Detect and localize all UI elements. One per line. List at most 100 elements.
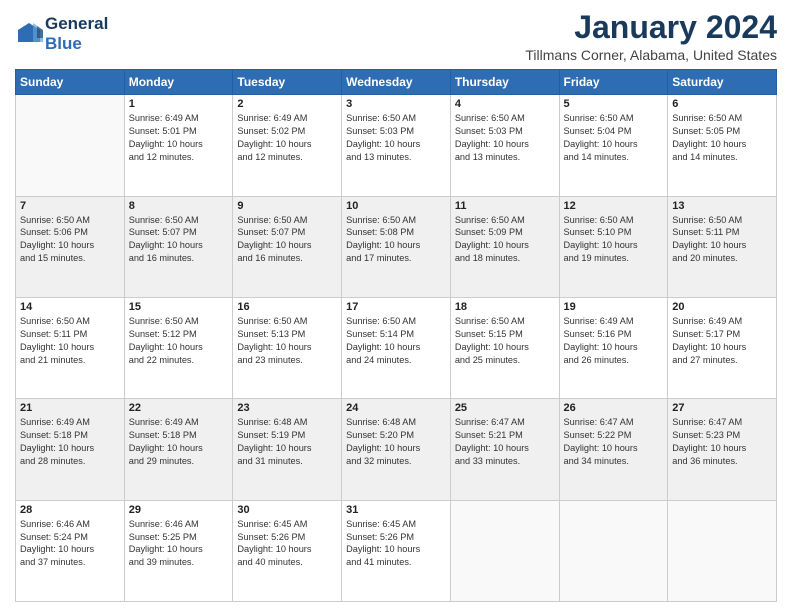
day-info: Sunrise: 6:48 AM Sunset: 5:20 PM Dayligh…	[346, 416, 446, 468]
table-row: 14Sunrise: 6:50 AM Sunset: 5:11 PM Dayli…	[16, 297, 125, 398]
day-info: Sunrise: 6:45 AM Sunset: 5:26 PM Dayligh…	[237, 518, 337, 570]
day-number: 7	[20, 200, 120, 212]
table-row: 19Sunrise: 6:49 AM Sunset: 5:16 PM Dayli…	[559, 297, 668, 398]
day-number: 31	[346, 504, 446, 516]
calendar-week-row: 28Sunrise: 6:46 AM Sunset: 5:24 PM Dayli…	[16, 500, 777, 601]
title-block: January 2024 Tillmans Corner, Alabama, U…	[525, 10, 777, 63]
day-info: Sunrise: 6:50 AM Sunset: 5:08 PM Dayligh…	[346, 214, 446, 266]
day-number: 5	[564, 98, 664, 110]
day-info: Sunrise: 6:50 AM Sunset: 5:12 PM Dayligh…	[129, 315, 229, 367]
table-row: 10 Sunrise: 6:50 AM Sunset: 5:08 PM Dayli…	[342, 196, 451, 297]
day-info: Sunrise: 6:50 AM Sunset: 5:07 PM Dayligh…	[237, 214, 337, 266]
table-row: 4 Sunrise: 6:50 AM Sunset: 5:03 PM Daylig…	[450, 95, 559, 196]
table-row: 13 Sunrise: 6:50 AM Sunset: 5:11 PM Dayli…	[668, 196, 777, 297]
table-row: 30 Sunrise: 6:45 AM Sunset: 5:26 PM Dayli…	[233, 500, 342, 601]
day-number: 24	[346, 402, 446, 414]
table-row: 28Sunrise: 6:46 AM Sunset: 5:24 PM Dayli…	[16, 500, 125, 601]
day-number: 27	[672, 402, 772, 414]
col-monday: Monday	[124, 70, 233, 95]
day-number: 16	[237, 301, 337, 313]
table-row: 31 Sunrise: 6:45 AM Sunset: 5:26 PM Dayli…	[342, 500, 451, 601]
table-row: 18 Sunrise: 6:50 AM Sunset: 5:15 PM Dayli…	[450, 297, 559, 398]
table-row: 26 Sunrise: 6:47 AM Sunset: 5:22 PM Dayli…	[559, 399, 668, 500]
day-number: 21	[20, 402, 120, 414]
day-number: 18	[455, 301, 555, 313]
table-row: 29Sunrise: 6:46 AM Sunset: 5:25 PM Dayli…	[124, 500, 233, 601]
logo: General Blue	[15, 14, 108, 53]
day-info: Sunrise: 6:46 AM Sunset: 5:25 PM Dayligh…	[129, 518, 229, 570]
day-info: Sunrise: 6:50 AM Sunset: 5:03 PM Dayligh…	[455, 112, 555, 164]
logo-icon	[15, 20, 43, 48]
day-info: Sunrise: 6:50 AM Sunset: 5:15 PM Dayligh…	[455, 315, 555, 367]
table-row: 9 Sunrise: 6:50 AM Sunset: 5:07 PM Daylig…	[233, 196, 342, 297]
table-row: 17Sunrise: 6:50 AM Sunset: 5:14 PM Dayli…	[342, 297, 451, 398]
day-number: 2	[237, 98, 337, 110]
day-info: Sunrise: 6:50 AM Sunset: 5:14 PM Dayligh…	[346, 315, 446, 367]
day-number: 25	[455, 402, 555, 414]
day-info: Sunrise: 6:47 AM Sunset: 5:23 PM Dayligh…	[672, 416, 772, 468]
table-row: 5 Sunrise: 6:50 AM Sunset: 5:04 PM Daylig…	[559, 95, 668, 196]
day-info: Sunrise: 6:49 AM Sunset: 5:01 PM Dayligh…	[129, 112, 229, 164]
day-number: 13	[672, 200, 772, 212]
table-row: 11 Sunrise: 6:50 AM Sunset: 5:09 PM Dayli…	[450, 196, 559, 297]
day-info: Sunrise: 6:50 AM Sunset: 5:05 PM Dayligh…	[672, 112, 772, 164]
day-info: Sunrise: 6:50 AM Sunset: 5:11 PM Dayligh…	[20, 315, 120, 367]
calendar-week-row: 21 Sunrise: 6:49 AM Sunset: 5:18 PM Dayli…	[16, 399, 777, 500]
col-wednesday: Wednesday	[342, 70, 451, 95]
calendar-header-row: Sunday Monday Tuesday Wednesday Thursday…	[16, 70, 777, 95]
day-info: Sunrise: 6:49 AM Sunset: 5:02 PM Dayligh…	[237, 112, 337, 164]
day-number: 4	[455, 98, 555, 110]
month-title: January 2024	[525, 10, 777, 45]
day-number: 15	[129, 301, 229, 313]
day-info: Sunrise: 6:50 AM Sunset: 5:09 PM Dayligh…	[455, 214, 555, 266]
day-number: 30	[237, 504, 337, 516]
day-number: 6	[672, 98, 772, 110]
day-info: Sunrise: 6:50 AM Sunset: 5:11 PM Dayligh…	[672, 214, 772, 266]
day-info: Sunrise: 6:49 AM Sunset: 5:18 PM Dayligh…	[20, 416, 120, 468]
table-row: 12Sunrise: 6:50 AM Sunset: 5:10 PM Dayli…	[559, 196, 668, 297]
day-number: 8	[129, 200, 229, 212]
day-info: Sunrise: 6:45 AM Sunset: 5:26 PM Dayligh…	[346, 518, 446, 570]
day-info: Sunrise: 6:49 AM Sunset: 5:17 PM Dayligh…	[672, 315, 772, 367]
day-info: Sunrise: 6:50 AM Sunset: 5:03 PM Dayligh…	[346, 112, 446, 164]
day-info: Sunrise: 6:48 AM Sunset: 5:19 PM Dayligh…	[237, 416, 337, 468]
day-number: 11	[455, 200, 555, 212]
day-number: 23	[237, 402, 337, 414]
day-info: Sunrise: 6:49 AM Sunset: 5:16 PM Dayligh…	[564, 315, 664, 367]
table-row	[16, 95, 125, 196]
day-info: Sunrise: 6:49 AM Sunset: 5:18 PM Dayligh…	[129, 416, 229, 468]
table-row: 25Sunrise: 6:47 AM Sunset: 5:21 PM Dayli…	[450, 399, 559, 500]
day-info: Sunrise: 6:50 AM Sunset: 5:04 PM Dayligh…	[564, 112, 664, 164]
table-row: 27 Sunrise: 6:47 AM Sunset: 5:23 PM Dayli…	[668, 399, 777, 500]
day-number: 9	[237, 200, 337, 212]
logo-line2: Blue	[45, 34, 108, 54]
day-info: Sunrise: 6:46 AM Sunset: 5:24 PM Dayligh…	[20, 518, 120, 570]
day-number: 12	[564, 200, 664, 212]
calendar-table: Sunday Monday Tuesday Wednesday Thursday…	[15, 69, 777, 602]
calendar-week-row: 7Sunrise: 6:50 AM Sunset: 5:06 PM Daylig…	[16, 196, 777, 297]
table-row: 16Sunrise: 6:50 AM Sunset: 5:13 PM Dayli…	[233, 297, 342, 398]
page: General Blue January 2024 Tillmans Corne…	[0, 0, 792, 612]
header: General Blue January 2024 Tillmans Corne…	[15, 10, 777, 63]
day-number: 26	[564, 402, 664, 414]
table-row: 2 Sunrise: 6:49 AM Sunset: 5:02 PM Daylig…	[233, 95, 342, 196]
table-row: 6 Sunrise: 6:50 AM Sunset: 5:05 PM Daylig…	[668, 95, 777, 196]
day-number: 20	[672, 301, 772, 313]
table-row: 24 Sunrise: 6:48 AM Sunset: 5:20 PM Dayli…	[342, 399, 451, 500]
col-saturday: Saturday	[668, 70, 777, 95]
table-row: 22Sunrise: 6:49 AM Sunset: 5:18 PM Dayli…	[124, 399, 233, 500]
day-info: Sunrise: 6:50 AM Sunset: 5:07 PM Dayligh…	[129, 214, 229, 266]
day-number: 10	[346, 200, 446, 212]
table-row	[450, 500, 559, 601]
table-row	[668, 500, 777, 601]
calendar-week-row: 1Sunrise: 6:49 AM Sunset: 5:01 PM Daylig…	[16, 95, 777, 196]
day-number: 3	[346, 98, 446, 110]
col-sunday: Sunday	[16, 70, 125, 95]
table-row: 21 Sunrise: 6:49 AM Sunset: 5:18 PM Dayli…	[16, 399, 125, 500]
day-info: Sunrise: 6:47 AM Sunset: 5:22 PM Dayligh…	[564, 416, 664, 468]
table-row: 23 Sunrise: 6:48 AM Sunset: 5:19 PM Dayli…	[233, 399, 342, 500]
col-thursday: Thursday	[450, 70, 559, 95]
calendar-week-row: 14Sunrise: 6:50 AM Sunset: 5:11 PM Dayli…	[16, 297, 777, 398]
col-tuesday: Tuesday	[233, 70, 342, 95]
table-row: 15 Sunrise: 6:50 AM Sunset: 5:12 PM Dayli…	[124, 297, 233, 398]
